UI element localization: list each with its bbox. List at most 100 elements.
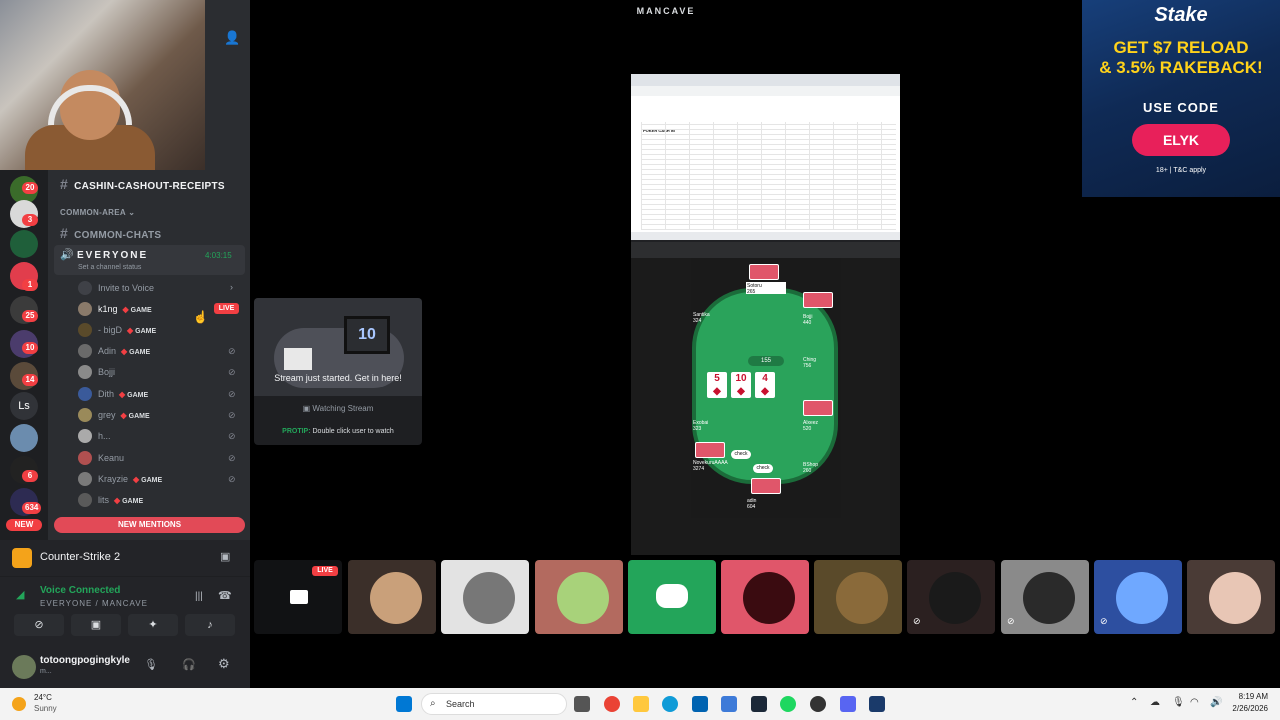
task-view-icon[interactable] [574,696,590,712]
discord-icon[interactable] [840,696,856,712]
network-icon[interactable]: ☁ [1150,697,1160,708]
participant-tile[interactable] [814,560,902,634]
notification-badge: 634 [22,502,42,514]
windows-taskbar: 24°C Sunny ⌕ Search ⌃ ☁ 🎙 ◠ 🔊 8:19 AM 2/… [0,688,1280,720]
clock-date[interactable]: 2/26/2026 [1224,704,1268,713]
stream-popover[interactable]: 10 Stream just started. Get in here! ▣ W… [254,298,422,445]
protip: PROTIP: Double click user to watch [282,428,394,435]
member-row[interactable]: Bojji [78,362,115,382]
card-back [803,400,833,416]
channel-cashin[interactable]: # CASHIN-CASHOUT-RECEIPTS [60,176,225,192]
camera-off-button[interactable]: ⊘ [14,614,64,636]
chair-icon [284,348,312,370]
stream-view[interactable]: POKER CASH IN Sotoru265 Santika324 Bojji… [631,74,900,555]
add-friend-icon[interactable]: 👤 [224,30,240,46]
stake-ad[interactable]: Stake GET $7 RELOAD & 3.5% RAKEBACK! USE… [1082,0,1280,197]
clock-time[interactable]: 8:19 AM [1224,692,1268,701]
member-row[interactable]: - bigD ◆ GAME [78,320,156,340]
wifi-icon[interactable]: ◠ [1190,697,1199,708]
new-unreads-pill[interactable]: NEW [6,519,42,531]
disconnect-icon[interactable]: ☎ [218,589,232,602]
server-icon[interactable] [10,424,38,452]
muted-icon: ⊘ [1100,616,1108,626]
tray-chevron-icon[interactable]: ⌃ [1130,697,1138,708]
member-row[interactable]: Adin ◆ GAME [78,341,150,361]
steam-icon[interactable] [751,696,767,712]
outlook-icon[interactable] [721,696,737,712]
ad-use-code: USE CODE [1143,100,1219,115]
signal-icon[interactable]: ◢ [16,588,24,601]
member-row[interactable]: Keanu [78,448,124,468]
discord-window: 20 3 1 25 10 14 Ls 6 634 NEW 👤 # CASHIN-C… [0,0,1280,720]
hash-icon: # [60,176,69,192]
app-icon[interactable] [869,696,885,712]
mic-icon[interactable]: 🎙 [144,658,158,671]
app-icon[interactable] [810,696,826,712]
ad-code-button[interactable]: ELYK [1132,124,1230,156]
participant-tile[interactable] [1187,560,1275,634]
search-label: Search [446,699,475,709]
invite-to-voice[interactable]: Invite to Voice [78,278,154,298]
ad-brand: Stake [1154,4,1208,26]
weather-sun-icon[interactable] [12,697,26,711]
screen-share-icon[interactable]: ▣ [220,550,230,563]
server-icon-ls[interactable]: Ls [10,392,38,420]
seat-santika: Santika 324 [693,312,710,324]
title-bar: MANCAVE [250,0,1082,22]
activities-button[interactable]: ✦ [128,614,178,636]
channel-common-chats[interactable]: # COMMON-CHATS [60,225,161,241]
member-row[interactable]: k1ng ◆ GAME [78,299,152,319]
store-icon[interactable] [692,696,708,712]
member-row[interactable]: Dith ◆ GAME [78,384,148,404]
member-row[interactable]: grey ◆ GAME [78,405,150,425]
participant-tile[interactable]: ⊘ [1094,560,1182,634]
server-icon[interactable] [10,230,38,258]
member-row[interactable]: lits ◆ GAME [78,490,143,510]
share-screen-button[interactable]: ▣ [71,614,121,636]
file-explorer-icon[interactable] [633,696,649,712]
spotify-icon[interactable] [780,696,796,712]
noise-icon[interactable]: ||| [195,591,203,602]
game-tag: ◆ GAME [119,389,149,399]
chrome-icon[interactable] [604,696,620,712]
member-row[interactable]: h... [78,426,111,446]
category-common-area[interactable]: COMMON-AREA ⌄ [60,208,135,217]
seat-sotoru: Sotoru 265 [746,282,786,295]
weather-condition: Sunny [34,704,57,713]
participant-tile[interactable] [721,560,809,634]
participant-tile[interactable]: ⊘ [1001,560,1089,634]
member-row[interactable]: Krayzie ◆ GAME [78,469,162,489]
voice-channel-path[interactable]: EVERYONE / MANCAVE [40,599,148,608]
start-icon[interactable] [396,696,412,712]
new-mentions-pill[interactable]: NEW MENTIONS [54,517,245,533]
headphone-icon[interactable]: 🎧 [182,658,196,671]
notification-badge: 1 [22,279,38,291]
mic-tray-icon[interactable]: 🎙 [1172,697,1185,708]
game-tag: ◆ GAME [120,410,150,420]
poker-window: Sotoru 265 Santika 324 Bojji 440 Ching 756 1… [631,242,900,555]
participant-tile[interactable] [348,560,436,634]
game-tag: ◆ GAME [133,474,163,484]
edge-icon[interactable] [662,696,678,712]
soundboard-button[interactable]: ♪ [185,614,235,636]
mouse-cursor-icon: ☝ [193,310,208,324]
participant-tile-stream[interactable]: LIVE [254,560,342,634]
avatar[interactable] [12,655,36,679]
activity-game: Counter-Strike 2 [40,551,121,563]
participant-tile[interactable]: ⊘ [907,560,995,634]
ad-headline-1: GET $7 RELOAD [1113,38,1249,57]
participant-tile[interactable] [628,560,716,634]
volume-icon[interactable]: 🔊 [1210,697,1222,708]
avatar [1023,572,1075,624]
chevron-right-icon: › [230,282,233,292]
search-box[interactable]: ⌕ Search [421,693,567,715]
live-badge: LIVE [312,566,338,576]
notification-badge: 25 [22,310,38,322]
participant-tile[interactable] [535,560,623,634]
participant-tile[interactable] [441,560,529,634]
channel-status[interactable]: Set a channel status [78,264,141,271]
voice-timer: 4:03:15 [205,251,232,260]
gear-icon[interactable]: ⚙ [218,656,230,672]
participant-strip: LIVE ⊘ ⊘ ⊘ [254,560,1280,636]
weather-temp: 24°C [34,693,52,702]
